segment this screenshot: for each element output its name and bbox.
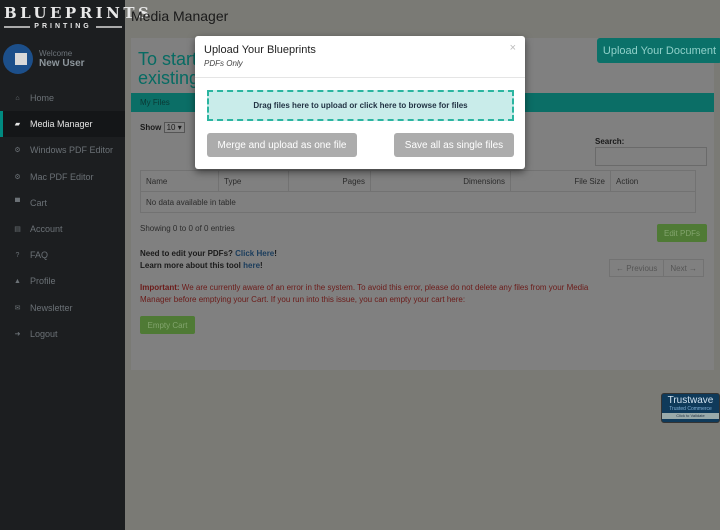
- files-table: Name Type Pages Dimensions File Size Act…: [140, 170, 696, 213]
- column-pages[interactable]: Pages: [288, 170, 371, 192]
- account-icon: ▤: [14, 226, 21, 234]
- user-info: Welcome New User: [3, 44, 85, 74]
- learn-more-link[interactable]: here: [243, 261, 260, 270]
- file-dropzone[interactable]: Drag files here to upload or click here …: [207, 90, 514, 121]
- sidebar-item-account[interactable]: ▤ Account: [0, 216, 125, 242]
- save-single-files-button[interactable]: Save all as single files: [394, 133, 514, 157]
- next-button[interactable]: Next →: [663, 260, 703, 276]
- folder-open-icon: ▰: [14, 121, 21, 129]
- modal-subtitle: PDFs Only: [204, 59, 243, 68]
- pagination: ← Previous Next →: [609, 259, 705, 277]
- sidebar-item-label: Windows PDF Editor: [30, 145, 114, 156]
- empty-cart-button[interactable]: Empty Cart: [140, 316, 195, 334]
- question-icon: ?: [15, 251, 20, 259]
- empty-message: No data available in table: [140, 191, 696, 213]
- merge-upload-button[interactable]: Merge and upload as one file: [207, 133, 357, 157]
- upload-modal: Upload Your Blueprints PDFs Only × Drag …: [195, 36, 525, 169]
- sidebar-item-home[interactable]: ⌂ Home: [0, 85, 125, 111]
- sidebar-nav: ⌂ Home ▰ Media Manager ⚙ Windows PDF Editor ⚙ M…: [0, 85, 125, 347]
- table-header: Name Type Pages Dimensions File Size Act…: [140, 170, 696, 192]
- edit-pdfs-button[interactable]: Edit PDFs: [657, 224, 707, 242]
- sidebar-item-logout[interactable]: ➜ Logout: [0, 321, 125, 347]
- page-size-control: Show 10 ▾: [140, 122, 185, 133]
- help-text: Need to edit your PDFs? Click Here! Lear…: [140, 249, 277, 270]
- previous-button[interactable]: ← Previous: [610, 260, 663, 276]
- column-type[interactable]: Type: [218, 170, 289, 192]
- sidebar-item-label: Profile: [30, 276, 56, 287]
- sidebar-item-label: Mac PDF Editor: [30, 171, 94, 182]
- sidebar-item-profile[interactable]: ▲ Profile: [0, 268, 125, 294]
- sign-out-icon: ➜: [14, 330, 21, 338]
- home-icon: ⌂: [15, 94, 20, 102]
- sidebar-item-media-manager[interactable]: ▰ Media Manager: [0, 111, 125, 138]
- cogs-icon: ⚙: [14, 147, 21, 155]
- user-icon: ▲: [14, 277, 21, 285]
- sidebar-item-cart[interactable]: ▀ Cart: [0, 190, 125, 216]
- envelope-icon: ✉: [14, 304, 21, 312]
- sidebar-item-mac-pdf-editor[interactable]: ⚙ Mac PDF Editor: [0, 164, 125, 190]
- close-icon[interactable]: ×: [510, 42, 516, 54]
- cogs-icon: ⚙: [14, 173, 21, 181]
- logo[interactable]: BLUEPRINTS PRINTING: [4, 4, 149, 30]
- important-notice: Important: We are currently aware of an …: [140, 283, 589, 304]
- click-here-link[interactable]: Click Here: [235, 249, 274, 258]
- trustwave-seal[interactable]: Trustwave Trusted Commerce Click to Valida…: [661, 393, 720, 423]
- column-dimensions[interactable]: Dimensions: [370, 170, 511, 192]
- sidebar-item-label: Logout: [30, 328, 58, 339]
- page-title: Media Manager: [131, 8, 229, 24]
- sidebar-item-label: Account: [30, 224, 63, 235]
- sidebar-item-newsletter[interactable]: ✉ Newsletter: [0, 295, 125, 321]
- sidebar-item-faq[interactable]: ? FAQ: [0, 242, 125, 268]
- sidebar-item-label: Newsletter: [30, 302, 73, 313]
- upload-document-button[interactable]: Upload Your Document: [597, 38, 720, 63]
- entries-info: Showing 0 to 0 of 0 entries: [140, 224, 235, 233]
- column-action[interactable]: Action: [610, 170, 696, 192]
- cart-icon: ▀: [15, 199, 20, 207]
- modal-title: Upload Your Blueprints: [204, 44, 316, 56]
- sidebar-item-label: FAQ: [30, 250, 49, 261]
- sidebar-item-label: Home: [30, 93, 55, 104]
- sidebar-item-windows-pdf-editor[interactable]: ⚙ Windows PDF Editor: [0, 137, 125, 163]
- column-name[interactable]: Name: [140, 170, 219, 192]
- page-size-select[interactable]: 10 ▾: [163, 122, 185, 133]
- sidebar-item-label: Media Manager: [30, 119, 93, 130]
- sidebar: BLUEPRINTS PRINTING Welcome New User ⌂ Hom…: [0, 0, 149, 530]
- table-row: No data available in table: [140, 191, 696, 213]
- sidebar-item-label: Cart: [30, 197, 48, 208]
- search-input[interactable]: [595, 147, 707, 166]
- search-control: Search:: [595, 137, 707, 166]
- column-file-size[interactable]: File Size: [510, 170, 611, 192]
- avatar: [3, 44, 33, 74]
